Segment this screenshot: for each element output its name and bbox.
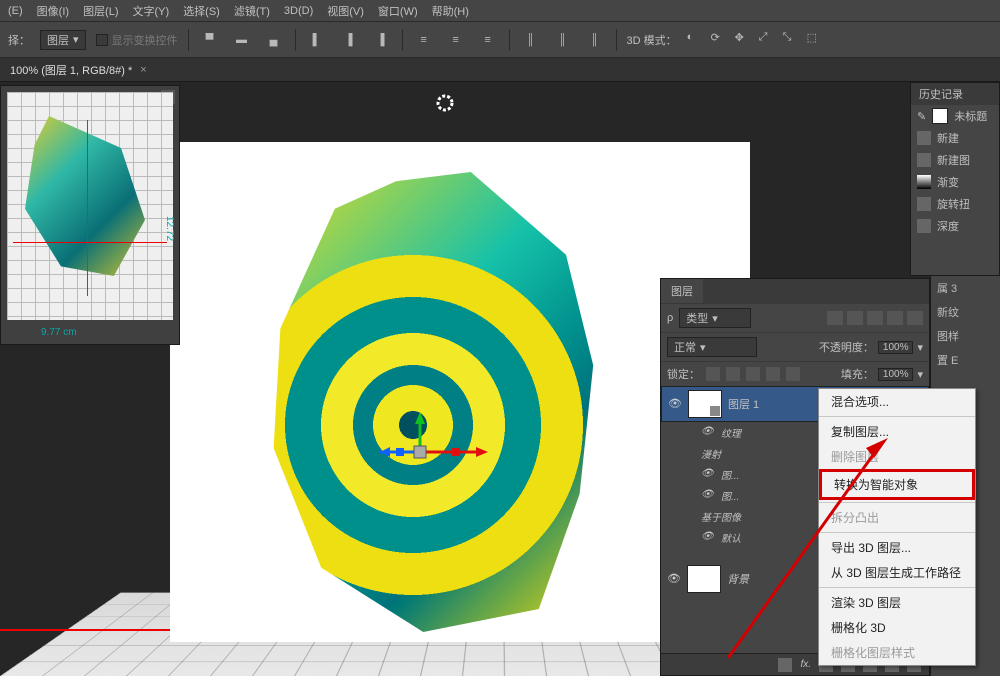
panel-tab[interactable]: 新纹 bbox=[931, 300, 1000, 324]
align-vcenter-icon[interactable]: ▬ bbox=[231, 29, 253, 51]
distribute-hcenter-icon[interactable]: ║ bbox=[552, 29, 574, 51]
history-snapshot[interactable]: ✎ 未标题 bbox=[911, 105, 999, 127]
history-step[interactable]: 新建 bbox=[911, 127, 999, 149]
layer-filter-select[interactable]: 类型▾ bbox=[679, 308, 751, 328]
distribute-right-icon[interactable]: ║ bbox=[584, 29, 606, 51]
brush-icon: ✎ bbox=[917, 110, 926, 123]
filter-adjust-icon[interactable] bbox=[847, 311, 863, 325]
layer-target-select[interactable]: 图层▾ bbox=[40, 30, 86, 50]
layers-tab[interactable]: 图层 bbox=[661, 279, 703, 303]
filter-smart-icon[interactable] bbox=[907, 311, 923, 325]
transform-label: 择： bbox=[8, 32, 30, 48]
menu-view[interactable]: 视图(V) bbox=[327, 3, 364, 19]
menu-layer[interactable]: 图层(L) bbox=[83, 3, 118, 19]
distribute-vcenter-icon[interactable]: ≡ bbox=[445, 29, 467, 51]
panel-tab[interactable]: 图样 bbox=[931, 324, 1000, 348]
close-tab-icon[interactable]: × bbox=[140, 64, 146, 76]
opacity-label: 不透明度： bbox=[819, 339, 874, 355]
history-panel: 历史记录 ✎ 未标题 新建 新建图 渐变 旋转扭 深度 bbox=[910, 82, 1000, 276]
filter-type-icon[interactable] bbox=[867, 311, 883, 325]
menu-image[interactable]: 图像(I) bbox=[37, 3, 69, 19]
align-left-icon[interactable]: ▌ bbox=[306, 29, 328, 51]
history-step[interactable]: 新建图 bbox=[911, 149, 999, 171]
distribute-top-icon[interactable]: ≡ bbox=[413, 29, 435, 51]
navigator-preview[interactable] bbox=[7, 92, 173, 320]
lock-pixels-icon[interactable] bbox=[726, 367, 740, 381]
document-tabs: 100% (图层 1, RGB/8#) * × bbox=[0, 58, 1000, 82]
annotation-arrow bbox=[698, 438, 898, 668]
lock-label: 锁定： bbox=[667, 366, 700, 382]
align-bottom-icon[interactable]: ▄ bbox=[263, 29, 285, 51]
menu-blend-options[interactable]: 混合选项... bbox=[819, 389, 975, 414]
distribute-bottom-icon[interactable]: ≡ bbox=[477, 29, 499, 51]
panel-tab[interactable]: 属 3 bbox=[931, 276, 1000, 300]
cube-icon[interactable]: ⬚ bbox=[807, 31, 825, 49]
visibility-icon[interactable]: 👁 bbox=[668, 397, 682, 411]
lock-transparent-icon[interactable] bbox=[706, 367, 720, 381]
history-step[interactable]: 渐变 bbox=[911, 171, 999, 193]
opacity-value[interactable]: 100% bbox=[878, 341, 914, 354]
align-top-icon[interactable]: ▀ bbox=[199, 29, 221, 51]
align-hcenter-icon[interactable]: ▐ bbox=[338, 29, 360, 51]
fill-value[interactable]: 100% bbox=[878, 368, 914, 381]
orbit-icon[interactable]: ◐ bbox=[687, 31, 705, 49]
pan-icon[interactable]: ✥ bbox=[735, 31, 753, 49]
filter-shape-icon[interactable] bbox=[887, 311, 903, 325]
blend-mode-select[interactable]: 正常▾ bbox=[667, 337, 757, 357]
visibility-icon[interactable]: 👁 bbox=[667, 572, 681, 586]
options-bar: 择： 图层▾ 显示变换控件 ▀ ▬ ▄ ▌ ▐ ▐ ≡ ≡ ≡ ║ ║ ║ 3D… bbox=[0, 22, 1000, 58]
lock-all-icon[interactable] bbox=[786, 367, 800, 381]
slide-icon[interactable]: ⤢ bbox=[759, 31, 777, 49]
menu-select[interactable]: 选择(S) bbox=[183, 3, 220, 19]
menu-3d[interactable]: 3D(D) bbox=[284, 5, 313, 17]
document-tab[interactable]: 100% (图层 1, RGB/8#) * × bbox=[10, 62, 147, 78]
layer-thumbnail[interactable] bbox=[688, 390, 722, 418]
3d-badge-icon bbox=[710, 406, 720, 416]
menu-window[interactable]: 窗口(W) bbox=[378, 3, 418, 19]
distribute-left-icon[interactable]: ║ bbox=[520, 29, 542, 51]
show-transform-controls[interactable]: 显示变换控件 bbox=[96, 32, 178, 48]
lock-position-icon[interactable] bbox=[746, 367, 760, 381]
cursor-busy-icon bbox=[436, 94, 454, 112]
menu-filter[interactable]: 滤镜(T) bbox=[234, 3, 270, 19]
history-step[interactable]: 深度 bbox=[911, 215, 999, 237]
menu-edit[interactable]: (E) bbox=[8, 5, 23, 17]
align-right-icon[interactable]: ▐ bbox=[370, 29, 392, 51]
navigator-panel[interactable]: 9.77 cm 12.72 bbox=[0, 85, 180, 345]
ruler-x-value: 9.77 cm bbox=[41, 327, 77, 338]
history-title[interactable]: 历史记录 bbox=[911, 83, 999, 105]
lock-artboard-icon[interactable] bbox=[766, 367, 780, 381]
panel-tab[interactable]: 置 E bbox=[931, 348, 1000, 372]
fill-label: 填充： bbox=[841, 366, 874, 382]
history-step[interactable]: 旋转扭 bbox=[911, 193, 999, 215]
rotate-icon[interactable]: ⟳ bbox=[711, 31, 729, 49]
filter-pixel-icon[interactable] bbox=[827, 311, 843, 325]
menu-type[interactable]: 文字(Y) bbox=[133, 3, 170, 19]
3d-mode-label: 3D 模式： bbox=[627, 32, 677, 48]
menu-help[interactable]: 帮助(H) bbox=[432, 3, 469, 19]
scale-icon[interactable]: ⤡ bbox=[783, 31, 801, 49]
menu-bar: (E) 图像(I) 图层(L) 文字(Y) 选择(S) 滤镜(T) 3D(D) … bbox=[0, 0, 1000, 22]
ruler-y-value: 12.72 bbox=[164, 216, 175, 241]
